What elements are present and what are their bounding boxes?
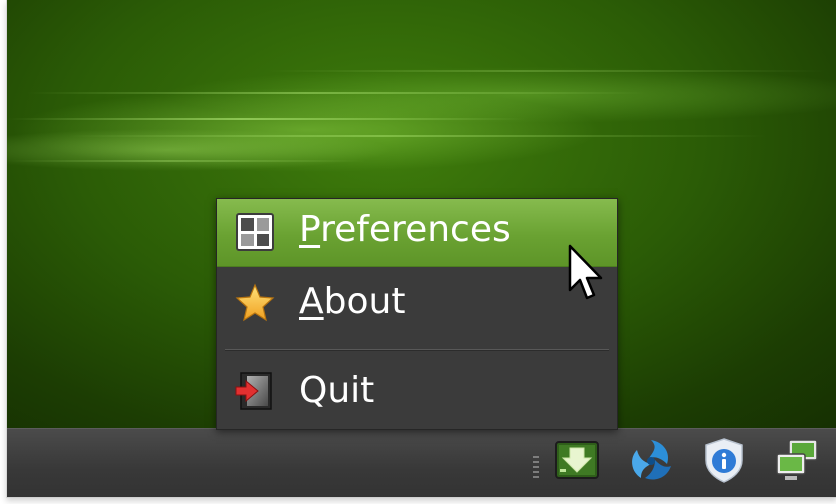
- menu-separator: [225, 349, 609, 351]
- tray-context-menu: Preferences About Quit: [216, 198, 618, 430]
- security-shield-icon[interactable]: [700, 436, 748, 484]
- menu-item-label: Preferences: [299, 209, 511, 250]
- menu-item-label: About: [299, 281, 405, 322]
- network-computers-icon[interactable]: [773, 436, 821, 484]
- label-text: bout: [323, 281, 406, 322]
- wallpaper-streak: [7, 160, 367, 162]
- star-icon: [235, 283, 275, 322]
- label-text: references: [320, 209, 511, 250]
- wallpaper-streak: [267, 70, 827, 72]
- wallpaper-streak: [27, 92, 647, 94]
- swirl-app-icon[interactable]: [627, 436, 675, 484]
- menu-item-quit[interactable]: Quit: [217, 354, 617, 429]
- mnemonic-letter: A: [299, 281, 324, 322]
- screenshot-frame: Preferences About Quit: [6, 0, 836, 498]
- menu-item-preferences[interactable]: Preferences: [217, 199, 617, 267]
- mnemonic-letter: P: [299, 209, 321, 250]
- tray-grip-handle[interactable]: [533, 456, 539, 480]
- exit-icon: [235, 372, 272, 410]
- mouse-pointer-icon: [568, 244, 603, 300]
- wallpaper-streak: [7, 118, 527, 120]
- wallpaper-streak: [67, 135, 767, 137]
- menu-item-label: Quit: [299, 370, 374, 411]
- menu-item-about[interactable]: About: [217, 267, 617, 339]
- preferences-icon: [236, 213, 274, 251]
- label-text: Quit: [299, 370, 375, 411]
- update-download-icon[interactable]: [553, 436, 601, 484]
